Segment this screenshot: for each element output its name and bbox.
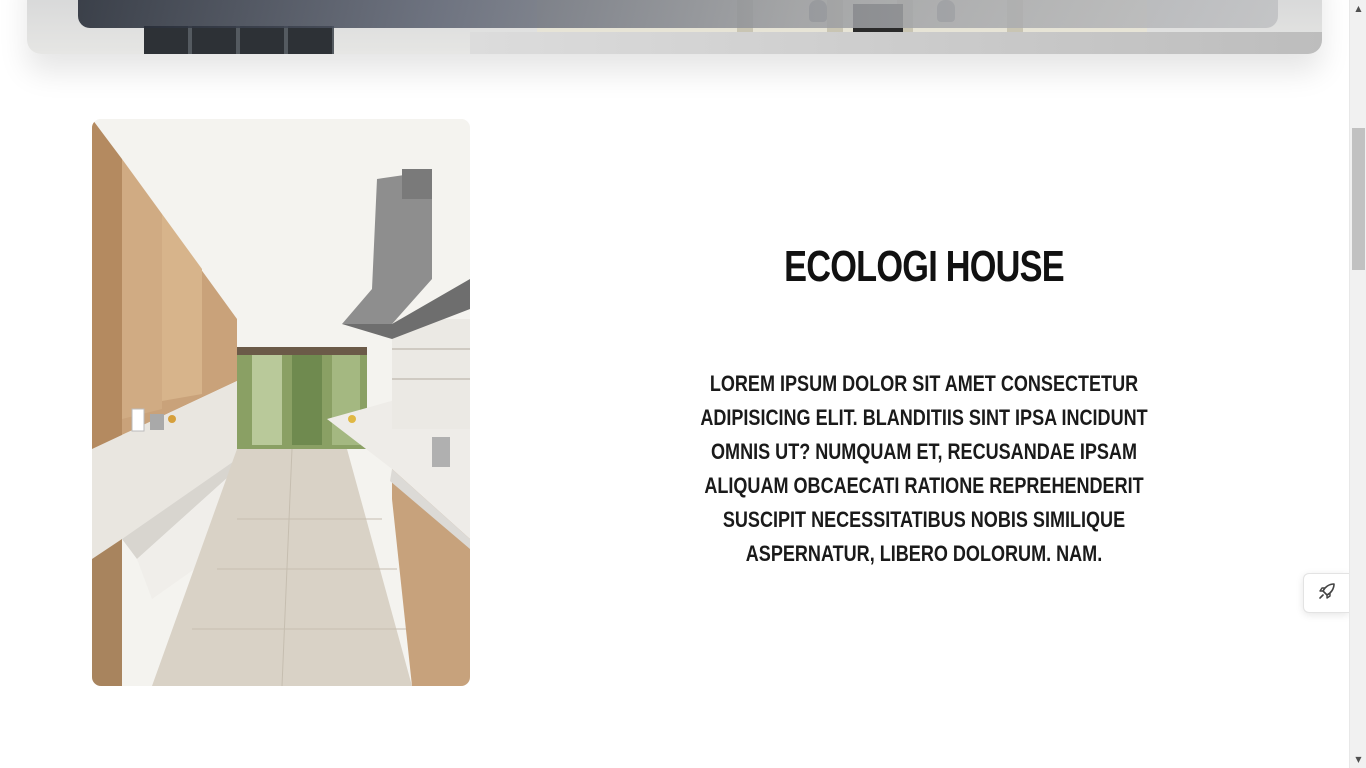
hero-floor xyxy=(470,32,1322,54)
scroll-thumb[interactable] xyxy=(1352,128,1365,270)
scroll-up-arrow[interactable]: ▲ xyxy=(1350,0,1366,17)
kitchen-image xyxy=(92,119,470,686)
rocket-icon xyxy=(1317,581,1337,606)
scroll-down-arrow[interactable]: ▼ xyxy=(1350,751,1366,768)
section-title: ECOLOGI HOUSE xyxy=(784,242,1064,291)
hero-overlay xyxy=(78,0,1278,28)
hero-image xyxy=(27,0,1322,54)
page-scrollbar[interactable]: ▲ ▼ xyxy=(1349,0,1366,768)
section-body: LOREM IPSUM DOLOR SIT AMET CONSECTETUR A… xyxy=(700,371,1148,566)
hero-windows xyxy=(144,26,334,54)
rocket-button[interactable] xyxy=(1303,573,1349,613)
